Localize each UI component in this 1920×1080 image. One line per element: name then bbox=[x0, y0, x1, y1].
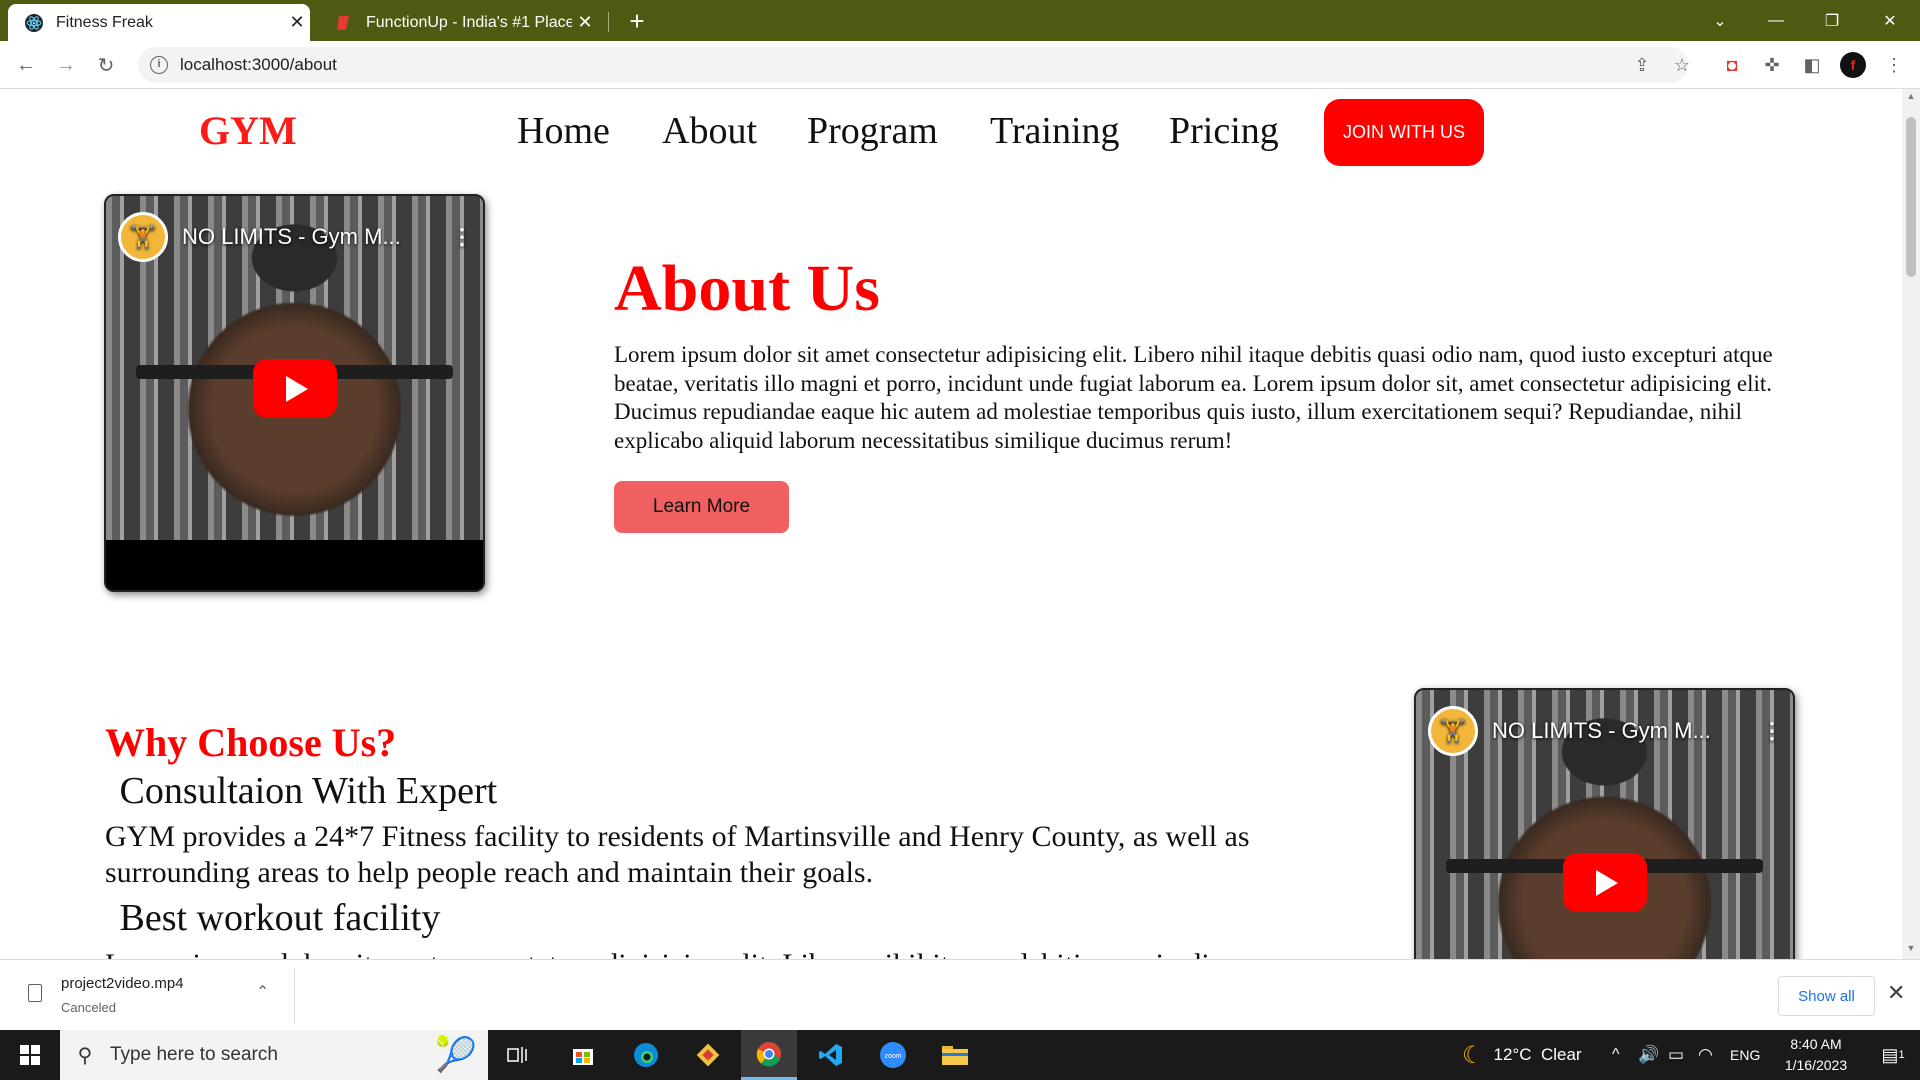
restore-button[interactable]: ❐ bbox=[1804, 0, 1860, 41]
download-shelf: project2video.mp4 Canceled ⌃ Show all ✕ bbox=[0, 959, 1920, 1030]
weather-widget[interactable]: ☾ 12°C Clear bbox=[1462, 1030, 1582, 1080]
nav-training[interactable]: Training bbox=[990, 109, 1120, 153]
about-paragraph: Lorem ipsum dolor sit amet consectetur a… bbox=[614, 342, 1773, 453]
address-toolbar: ← → ↻ i localhost:3000/about ⇪ ☆ ◘ ✜ ◧ f… bbox=[0, 41, 1920, 89]
nav-pricing[interactable]: Pricing bbox=[1169, 109, 1279, 153]
notification-center-icon[interactable]: ▤ 1 bbox=[1866, 1030, 1920, 1080]
why-choose-title: Why Choose Us? bbox=[105, 720, 397, 765]
clock-date: 1/16/2023 bbox=[1784, 1057, 1848, 1073]
video-title[interactable]: NO LIMITS - Gym M... bbox=[182, 224, 451, 250]
show-all-button[interactable]: Show all bbox=[1778, 976, 1875, 1016]
search-icon: ⚲ bbox=[77, 1044, 93, 1067]
close-window-button[interactable]: ✕ bbox=[1862, 0, 1918, 41]
play-icon[interactable] bbox=[252, 359, 337, 418]
video-player[interactable]: 🏋 NO LIMITS - Gym M... ⋮ bbox=[1414, 688, 1795, 959]
page-viewport: GYM Home About Program Training Pricing … bbox=[0, 89, 1902, 959]
forward-button[interactable]: → bbox=[50, 49, 82, 81]
address-bar[interactable]: i localhost:3000/about bbox=[138, 47, 1688, 83]
notification-icon: ▤ bbox=[1881, 1044, 1899, 1065]
tab-search-chevron-icon[interactable]: ⌄ bbox=[1692, 0, 1748, 41]
download-status: Canceled bbox=[61, 1000, 116, 1015]
feature-heading: Best workout facility bbox=[110, 897, 441, 939]
moon-icon: ☾ bbox=[1462, 1041, 1484, 1069]
page-scrollbar[interactable]: ▲ ▼ bbox=[1902, 89, 1920, 959]
video-more-icon[interactable]: ⋮ bbox=[451, 224, 473, 250]
chevron-up-icon[interactable]: ⌃ bbox=[256, 982, 269, 1002]
feature-heading: Consultaion With Expert bbox=[110, 770, 498, 812]
video-title-bar: 🏋 NO LIMITS - Gym M... ⋮ bbox=[118, 212, 473, 262]
git-tool-icon[interactable] bbox=[680, 1030, 736, 1080]
tennis-ball-icon: 🎾 bbox=[434, 1036, 478, 1074]
chrome-icon[interactable] bbox=[741, 1030, 797, 1080]
windows-logo-icon bbox=[20, 1045, 40, 1065]
language-indicator[interactable]: ENG bbox=[1730, 1030, 1760, 1080]
windows-taskbar: ⚲ Type here to search 🎾 zoom ☾ 12°C Clea… bbox=[0, 1030, 1920, 1080]
scroll-down-icon[interactable]: ▼ bbox=[1906, 943, 1916, 953]
browser-tab-strip: Fitness Freak ✕ FunctionUp - India's #1 … bbox=[0, 0, 1920, 41]
zoom-icon[interactable]: zoom bbox=[865, 1030, 921, 1080]
back-button[interactable]: ← bbox=[10, 49, 42, 81]
start-button[interactable] bbox=[0, 1030, 60, 1080]
site-logo[interactable]: GYM bbox=[199, 107, 297, 154]
nav-home[interactable]: Home bbox=[517, 109, 610, 153]
tab-separator bbox=[608, 12, 609, 32]
video-player[interactable]: 🏋 NO LIMITS - Gym M... ⋮ bbox=[104, 194, 485, 592]
about-title: About Us bbox=[614, 252, 880, 325]
side-panel-icon[interactable]: ◧ bbox=[1800, 53, 1824, 77]
system-clock[interactable]: 8:40 AM 1/16/2023 bbox=[1770, 1034, 1862, 1076]
gym-channel-icon[interactable]: 🏋 bbox=[1428, 706, 1478, 756]
notification-count: 1 bbox=[1898, 1049, 1905, 1061]
bookmark-star-icon[interactable]: ☆ bbox=[1670, 53, 1694, 77]
site-info-icon[interactable]: i bbox=[150, 56, 168, 74]
close-tab-icon[interactable]: ✕ bbox=[572, 12, 598, 33]
tab-functionup[interactable]: FunctionUp - India's #1 Placement ✕ bbox=[318, 4, 598, 41]
search-placeholder: Type here to search bbox=[110, 1044, 278, 1065]
download-filename[interactable]: project2video.mp4 bbox=[61, 975, 184, 992]
taskbar-search-box[interactable]: ⚲ Type here to search 🎾 bbox=[60, 1030, 488, 1080]
extension-pocket-icon[interactable]: ◘ bbox=[1720, 53, 1744, 77]
learn-more-button[interactable]: Learn More bbox=[614, 481, 789, 533]
scroll-up-icon[interactable]: ▲ bbox=[1906, 91, 1916, 101]
join-button[interactable]: JOIN WITH US bbox=[1324, 99, 1484, 166]
nav-program[interactable]: Program bbox=[807, 109, 938, 153]
volume-icon[interactable]: 🔊 bbox=[1638, 1030, 1659, 1080]
wifi-icon[interactable]: ◠ bbox=[1698, 1030, 1713, 1080]
nav-about[interactable]: About bbox=[662, 109, 757, 153]
browser-menu-icon[interactable]: ⋮ bbox=[1882, 53, 1906, 77]
functionup-icon bbox=[334, 13, 354, 33]
video-title-bar: 🏋 NO LIMITS - Gym M... ⋮ bbox=[1428, 706, 1783, 756]
scrollbar-thumb[interactable] bbox=[1906, 117, 1916, 277]
microsoft-store-icon[interactable] bbox=[555, 1030, 611, 1080]
task-view-icon[interactable] bbox=[490, 1030, 546, 1080]
extensions-puzzle-icon[interactable]: ✜ bbox=[1760, 53, 1784, 77]
tab-title: FunctionUp - India's #1 Placement bbox=[366, 13, 572, 31]
minimize-button[interactable]: — bbox=[1748, 0, 1804, 41]
share-icon[interactable]: ⇪ bbox=[1630, 53, 1654, 77]
play-icon[interactable] bbox=[1562, 853, 1647, 912]
feature-text: GYM provides a 24*7 Fitness facility to … bbox=[105, 820, 1250, 889]
clock-time: 8:40 AM bbox=[1790, 1036, 1842, 1052]
file-icon bbox=[28, 984, 42, 1002]
shelf-divider bbox=[294, 968, 295, 1023]
reload-button[interactable]: ↻ bbox=[90, 49, 122, 81]
tab-fitness-freak[interactable]: Fitness Freak ✕ bbox=[8, 4, 310, 41]
vscode-icon[interactable] bbox=[803, 1030, 859, 1080]
feature-text: Lorem ipsum dolor sit amet consectetur a… bbox=[105, 947, 1285, 959]
gym-channel-icon[interactable]: 🏋 bbox=[118, 212, 168, 262]
edge-browser-icon[interactable] bbox=[618, 1030, 674, 1080]
video-title[interactable]: NO LIMITS - Gym M... bbox=[1492, 718, 1761, 744]
tray-chevron-up-icon[interactable]: ^ bbox=[1612, 1030, 1620, 1080]
react-icon bbox=[24, 13, 44, 33]
profile-avatar[interactable]: f bbox=[1840, 52, 1866, 78]
file-explorer-icon[interactable] bbox=[927, 1030, 983, 1080]
close-shelf-icon[interactable]: ✕ bbox=[1887, 980, 1905, 1006]
url-text: localhost:3000/about bbox=[180, 55, 337, 74]
svg-text:zoom: zoom bbox=[884, 1053, 901, 1060]
weather-text: 12°C Clear bbox=[1493, 1045, 1582, 1064]
new-tab-button[interactable]: + bbox=[622, 6, 652, 36]
battery-icon[interactable]: ▭ bbox=[1668, 1030, 1684, 1080]
close-tab-icon[interactable]: ✕ bbox=[284, 12, 310, 33]
tab-title: Fitness Freak bbox=[56, 13, 153, 31]
video-more-icon[interactable]: ⋮ bbox=[1761, 718, 1783, 744]
